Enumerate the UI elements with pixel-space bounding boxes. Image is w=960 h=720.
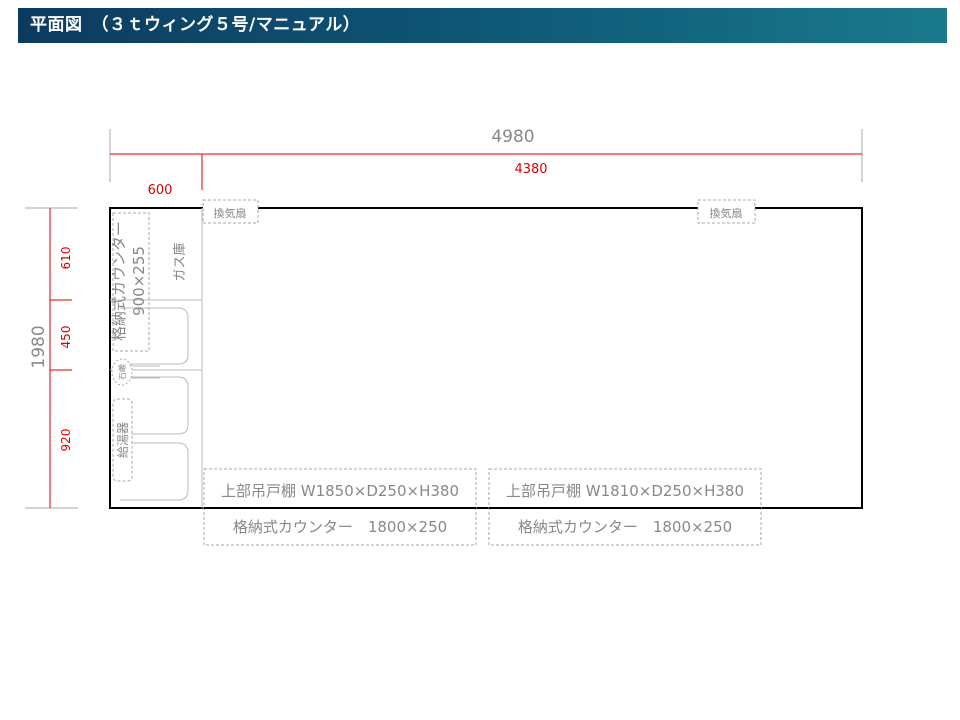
- dim-depth: 1980 610 450 920: [25, 207, 78, 509]
- svg-text:換気扇: 換気扇: [214, 206, 247, 220]
- gas-label: ガス庫: [173, 242, 188, 281]
- total-width-label: 4980: [491, 127, 534, 147]
- left-width-label: 600: [148, 183, 173, 198]
- seg1-label: 610: [59, 247, 73, 270]
- left-counter-name: 格納式カウンター: [110, 221, 128, 341]
- room-outline: [109, 207, 863, 509]
- upper-cabinet-left-label: 上部吊戸棚 W1850×D250×H380: [221, 482, 459, 500]
- upper-cabinet-left: 上部吊戸棚 W1850×D250×H380 格納式カウンター 1800×250: [203, 468, 477, 546]
- svg-text:換気扇: 換気扇: [710, 206, 743, 220]
- counter-left-label: 格納式カウンター 1800×250: [233, 518, 447, 536]
- seg3-label: 920: [59, 429, 73, 452]
- counter-right-label: 格納式カウンター 1800×250: [518, 518, 732, 536]
- floor-plan-diagram: 4980 4380 600 1980 610 450 920 格納式カウンター …: [25, 127, 863, 546]
- inner-width-label: 4380: [514, 162, 547, 177]
- soap-label: 石鹸: [117, 364, 127, 380]
- total-depth-label: 1980: [29, 325, 49, 368]
- seg2-label: 450: [59, 326, 73, 349]
- vent-fan-right: 換気扇: [697, 199, 756, 224]
- left-section: 格納式カウンター 900×255 ガス庫 石鹸 給湯器: [110, 208, 203, 508]
- upper-cabinet-right: 上部吊戸棚 W1810×D250×H380 格納式カウンター 1800×250: [488, 468, 762, 546]
- vent-fan-left: 換気扇: [202, 199, 259, 224]
- heater-label: 給湯器: [116, 422, 130, 458]
- dim-inner-width: 4380 600: [110, 153, 862, 198]
- left-counter-size: 900×255: [130, 246, 148, 316]
- upper-cabinet-right-label: 上部吊戸棚 W1810×D250×H380: [506, 482, 744, 500]
